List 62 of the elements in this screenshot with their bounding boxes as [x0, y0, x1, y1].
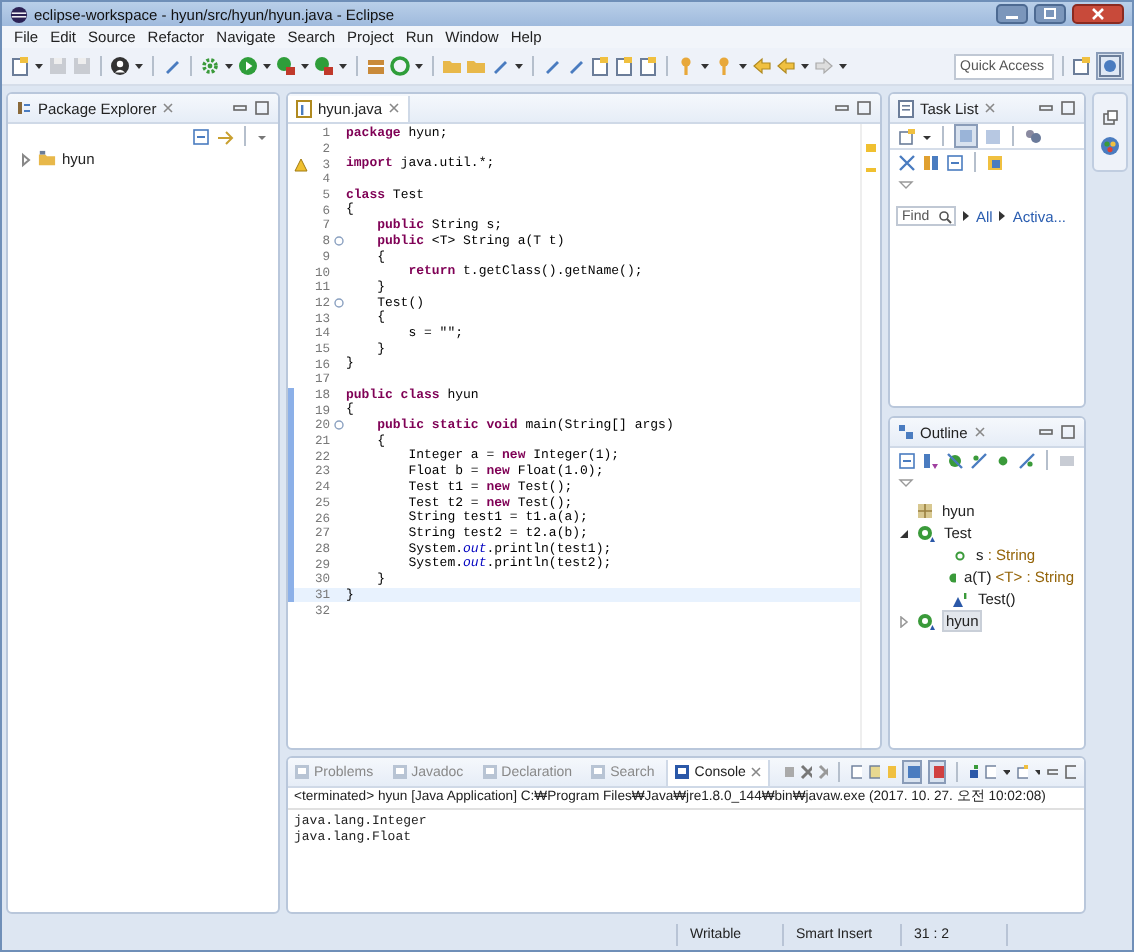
close-icon[interactable]: [388, 102, 401, 114]
method-icon: [946, 569, 956, 585]
marker-icon[interactable]: [714, 56, 734, 76]
perspective-icon[interactable]: [1072, 56, 1092, 76]
pencil-icon[interactable]: [162, 56, 182, 76]
java-perspective-icon[interactable]: [1096, 52, 1124, 80]
maximize-icon[interactable]: [1064, 764, 1076, 780]
maximize-icon[interactable]: [856, 100, 872, 116]
collapse-all-icon[interactable]: [192, 127, 210, 145]
close-icon[interactable]: [749, 766, 762, 778]
view-icon: [294, 764, 310, 780]
view-menu-icon[interactable]: [898, 478, 914, 490]
search-icon[interactable]: [938, 209, 952, 223]
close-button[interactable]: [1072, 4, 1124, 24]
document-icon[interactable]: [614, 56, 634, 76]
fold-icon[interactable]: [333, 236, 343, 247]
view-icon: [481, 764, 498, 780]
close-icon[interactable]: [162, 102, 175, 114]
restore-icon[interactable]: [1102, 110, 1118, 126]
triangle-icon: [998, 210, 1007, 222]
close-icon[interactable]: [973, 426, 986, 438]
minimize-icon[interactable]: [1038, 424, 1054, 440]
view-icon: [590, 764, 607, 780]
minimize-icon[interactable]: [232, 100, 248, 116]
maximize-icon[interactable]: [1060, 100, 1076, 116]
minimize-button[interactable]: [996, 4, 1028, 24]
warning-marker-icon: [866, 168, 876, 172]
document-icon[interactable]: [638, 56, 658, 76]
terminate-icon[interactable]: [781, 764, 794, 780]
package-explorer-icon: [16, 100, 32, 116]
colored-dots-icon[interactable]: [1100, 136, 1120, 156]
document-icon[interactable]: [10, 56, 30, 76]
person-icon[interactable]: [110, 56, 130, 76]
pencil-icon[interactable]: [490, 56, 510, 76]
close-icon[interactable]: [984, 102, 997, 114]
document-icon[interactable]: [590, 56, 610, 76]
project-folder-icon: [38, 150, 56, 168]
marker-icon[interactable]: [676, 56, 696, 76]
maximize-button[interactable]: [1034, 4, 1066, 24]
eclipse-logo-icon: [10, 5, 28, 23]
constructor-icon: [952, 591, 970, 607]
minimize-icon[interactable]: [834, 100, 850, 116]
dot-icon[interactable]: [994, 451, 1012, 469]
task-list-icon: [898, 99, 914, 117]
view-icon: [391, 764, 408, 780]
fold-icon[interactable]: [333, 297, 343, 308]
triangle-icon: [962, 210, 970, 222]
maximize-icon[interactable]: [254, 100, 270, 116]
outline-icon: [898, 424, 914, 440]
minimize-icon[interactable]: [1038, 100, 1054, 116]
new-task-icon[interactable]: [898, 127, 916, 145]
view-menu-icon[interactable]: [898, 180, 914, 192]
warning-marker-icon: [866, 144, 876, 152]
maximize-icon[interactable]: [1060, 424, 1076, 440]
minimize-icon[interactable]: [1046, 764, 1059, 780]
view-icon: [674, 764, 691, 780]
collapse-all-icon[interactable]: [946, 153, 964, 171]
collapse-all-icon[interactable]: [898, 451, 916, 469]
expand-arrow-icon[interactable]: [898, 527, 910, 539]
fold-icon[interactable]: [333, 420, 343, 431]
java-file-icon: [296, 99, 312, 117]
field-icon: [952, 547, 968, 563]
